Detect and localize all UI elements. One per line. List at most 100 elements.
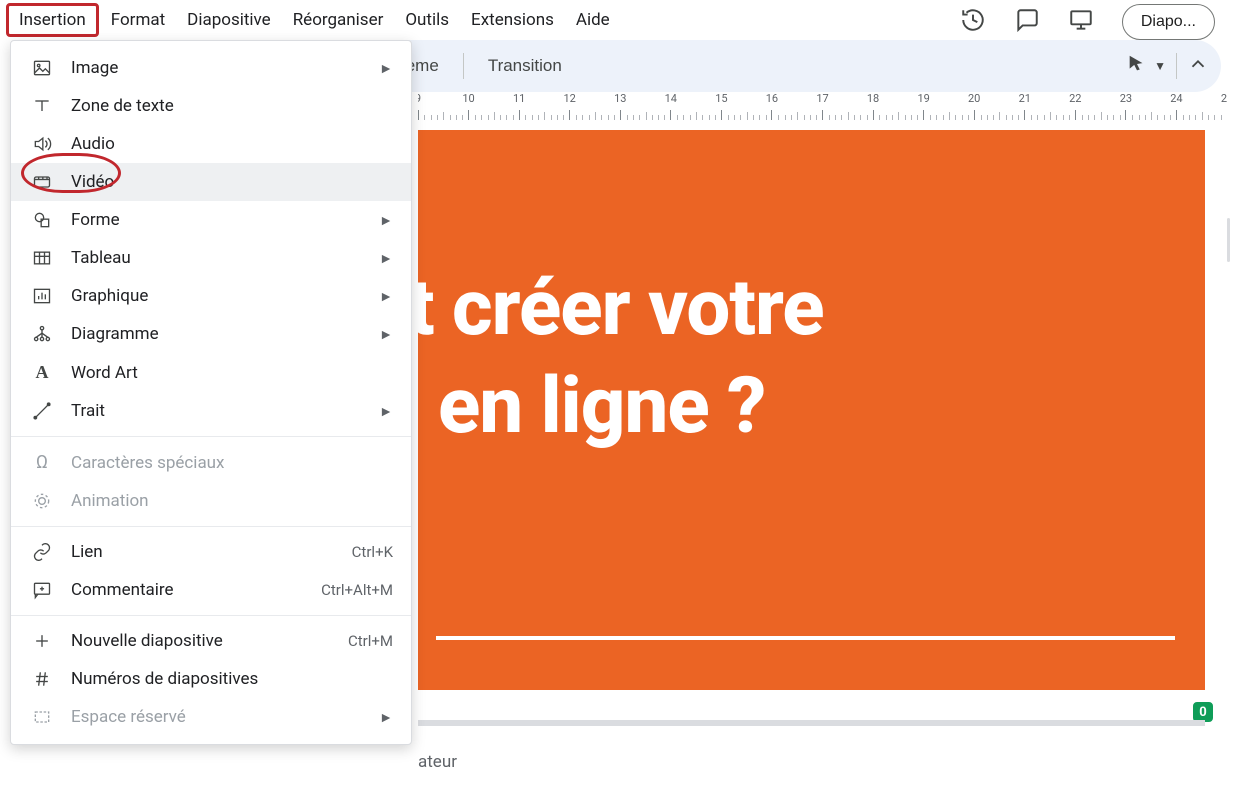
animation-icon: [31, 491, 53, 511]
slide-canvas[interactable]: t créer votre en ligne ? 0: [418, 130, 1205, 710]
menu-item-special-chars: Ω Caractères spéciaux: [11, 443, 411, 482]
line-icon: [31, 401, 53, 421]
slide-title-line: t créer votre: [418, 260, 824, 358]
slide-title[interactable]: t créer votre en ligne ?: [418, 260, 824, 455]
textbox-icon: [31, 96, 53, 116]
menu-item-label: Numéros de diapositives: [71, 669, 393, 689]
chart-icon: [31, 286, 53, 306]
history-icon[interactable]: [960, 7, 986, 37]
menu-item-label: Word Art: [71, 363, 393, 383]
menu-item-label: Forme: [71, 210, 361, 230]
menu-aide[interactable]: Aide: [566, 6, 620, 34]
slide-underline: [436, 636, 1175, 640]
menu-item-label: Image: [71, 58, 361, 78]
menu-item-comment[interactable]: Commentaire Ctrl+Alt+M: [11, 571, 411, 609]
collapse-toolbar-icon[interactable]: [1187, 53, 1209, 79]
menu-label: Diapositive: [187, 10, 271, 30]
menu-item-label: Tableau: [71, 248, 361, 268]
slideshow-button[interactable]: Diapo...: [1122, 4, 1215, 40]
menu-diapositive[interactable]: Diapositive: [177, 6, 281, 34]
menu-item-label: Vidéo: [71, 172, 393, 192]
omega-icon: Ω: [31, 452, 53, 473]
menu-item-label: Graphique: [71, 286, 361, 306]
menu-item-placeholder: Espace réservé ►: [11, 698, 411, 736]
menu-item-label: Lien: [71, 542, 334, 562]
menu-item-image[interactable]: Image ►: [11, 49, 411, 87]
dropdown-caret-icon[interactable]: ▼: [1154, 59, 1166, 73]
submenu-arrow-icon: ►: [379, 288, 393, 305]
menu-item-label: Animation: [71, 491, 393, 511]
link-icon: [31, 542, 53, 562]
menu-item-slide-numbers[interactable]: Numéros de diapositives: [11, 660, 411, 698]
menu-insertion[interactable]: Insertion: [6, 3, 99, 37]
menu-item-wordart[interactable]: A Word Art: [11, 353, 411, 392]
cursor-mode-icon[interactable]: [1126, 53, 1148, 79]
diagram-icon: [31, 324, 53, 344]
video-icon: [31, 172, 53, 192]
menu-item-link[interactable]: Lien Ctrl+K: [11, 533, 411, 571]
menu-item-label: Diagramme: [71, 324, 361, 344]
plus-icon: [31, 631, 53, 651]
menu-item-diagram[interactable]: Diagramme ►: [11, 315, 411, 353]
slide[interactable]: t créer votre en ligne ?: [418, 130, 1205, 690]
audio-icon: [31, 134, 53, 154]
add-comment-icon: [31, 580, 53, 600]
menu-label: Format: [111, 10, 165, 30]
menu-item-label: Trait: [71, 401, 361, 421]
toolbar-separator: [1176, 53, 1177, 79]
submenu-arrow-icon: ►: [379, 403, 393, 420]
menu-label: Outils: [405, 10, 449, 30]
slideshow-button-label: Diapo...: [1141, 13, 1196, 30]
submenu-arrow-icon: ►: [379, 709, 393, 726]
menu-format[interactable]: Format: [101, 6, 175, 34]
hash-icon: [31, 669, 53, 689]
menu-item-shortcut: Ctrl+K: [352, 543, 393, 561]
toolbar-label: Transition: [488, 56, 562, 75]
menu-item-shortcut: Ctrl+M: [348, 632, 393, 650]
menu-item-video[interactable]: Vidéo: [11, 163, 411, 201]
menu-label: Insertion: [19, 10, 86, 30]
image-icon: [31, 58, 53, 78]
top-right-icons: Diapo...: [950, 0, 1225, 44]
menu-item-textbox[interactable]: Zone de texte: [11, 87, 411, 125]
submenu-arrow-icon: ►: [379, 326, 393, 343]
menu-reorganiser[interactable]: Réorganiser: [283, 6, 394, 34]
menu-extensions[interactable]: Extensions: [461, 6, 564, 34]
insertion-dropdown: Image ► Zone de texte Audio Vidéo Forme …: [10, 40, 412, 745]
menu-item-label: Commentaire: [71, 580, 303, 600]
menu-item-line[interactable]: Trait ►: [11, 392, 411, 430]
horizontal-ruler: 910111213141516171819202122232425: [418, 92, 1227, 120]
menu-outils[interactable]: Outils: [395, 6, 459, 34]
menu-item-shape[interactable]: Forme ►: [11, 201, 411, 239]
menu-separator: [11, 436, 411, 437]
menu-item-label: Espace réservé: [71, 707, 361, 727]
menu-label: Extensions: [471, 10, 554, 30]
comment-icon[interactable]: [1014, 7, 1040, 37]
menu-item-new-slide[interactable]: Nouvelle diapositive Ctrl+M: [11, 622, 411, 660]
submenu-arrow-icon: ►: [379, 60, 393, 77]
placeholder-icon: [31, 707, 53, 727]
menu-label: Réorganiser: [293, 10, 384, 30]
menu-separator: [11, 526, 411, 527]
speaker-notes[interactable]: ateur: [418, 720, 1205, 772]
side-panel-handle[interactable]: [1221, 200, 1235, 280]
present-icon[interactable]: [1068, 7, 1094, 37]
speaker-notes-text: ateur: [418, 752, 457, 772]
submenu-arrow-icon: ►: [379, 212, 393, 229]
toolbar-separator: [463, 53, 464, 79]
menu-item-shortcut: Ctrl+Alt+M: [321, 581, 393, 599]
toolbar-right: ▼: [1126, 53, 1209, 79]
menu-item-label: Nouvelle diapositive: [71, 631, 330, 651]
table-icon: [31, 248, 53, 268]
menu-item-audio[interactable]: Audio: [11, 125, 411, 163]
shape-icon: [31, 210, 53, 230]
menu-item-table[interactable]: Tableau ►: [11, 239, 411, 277]
menu-item-animation: Animation: [11, 482, 411, 520]
transition-button[interactable]: Transition: [474, 48, 576, 84]
menu-item-chart[interactable]: Graphique ►: [11, 277, 411, 315]
menu-separator: [11, 615, 411, 616]
menu-item-label: Zone de texte: [71, 96, 393, 116]
wordart-icon: A: [31, 362, 53, 383]
submenu-arrow-icon: ►: [379, 250, 393, 267]
menu-item-label: Audio: [71, 134, 393, 154]
